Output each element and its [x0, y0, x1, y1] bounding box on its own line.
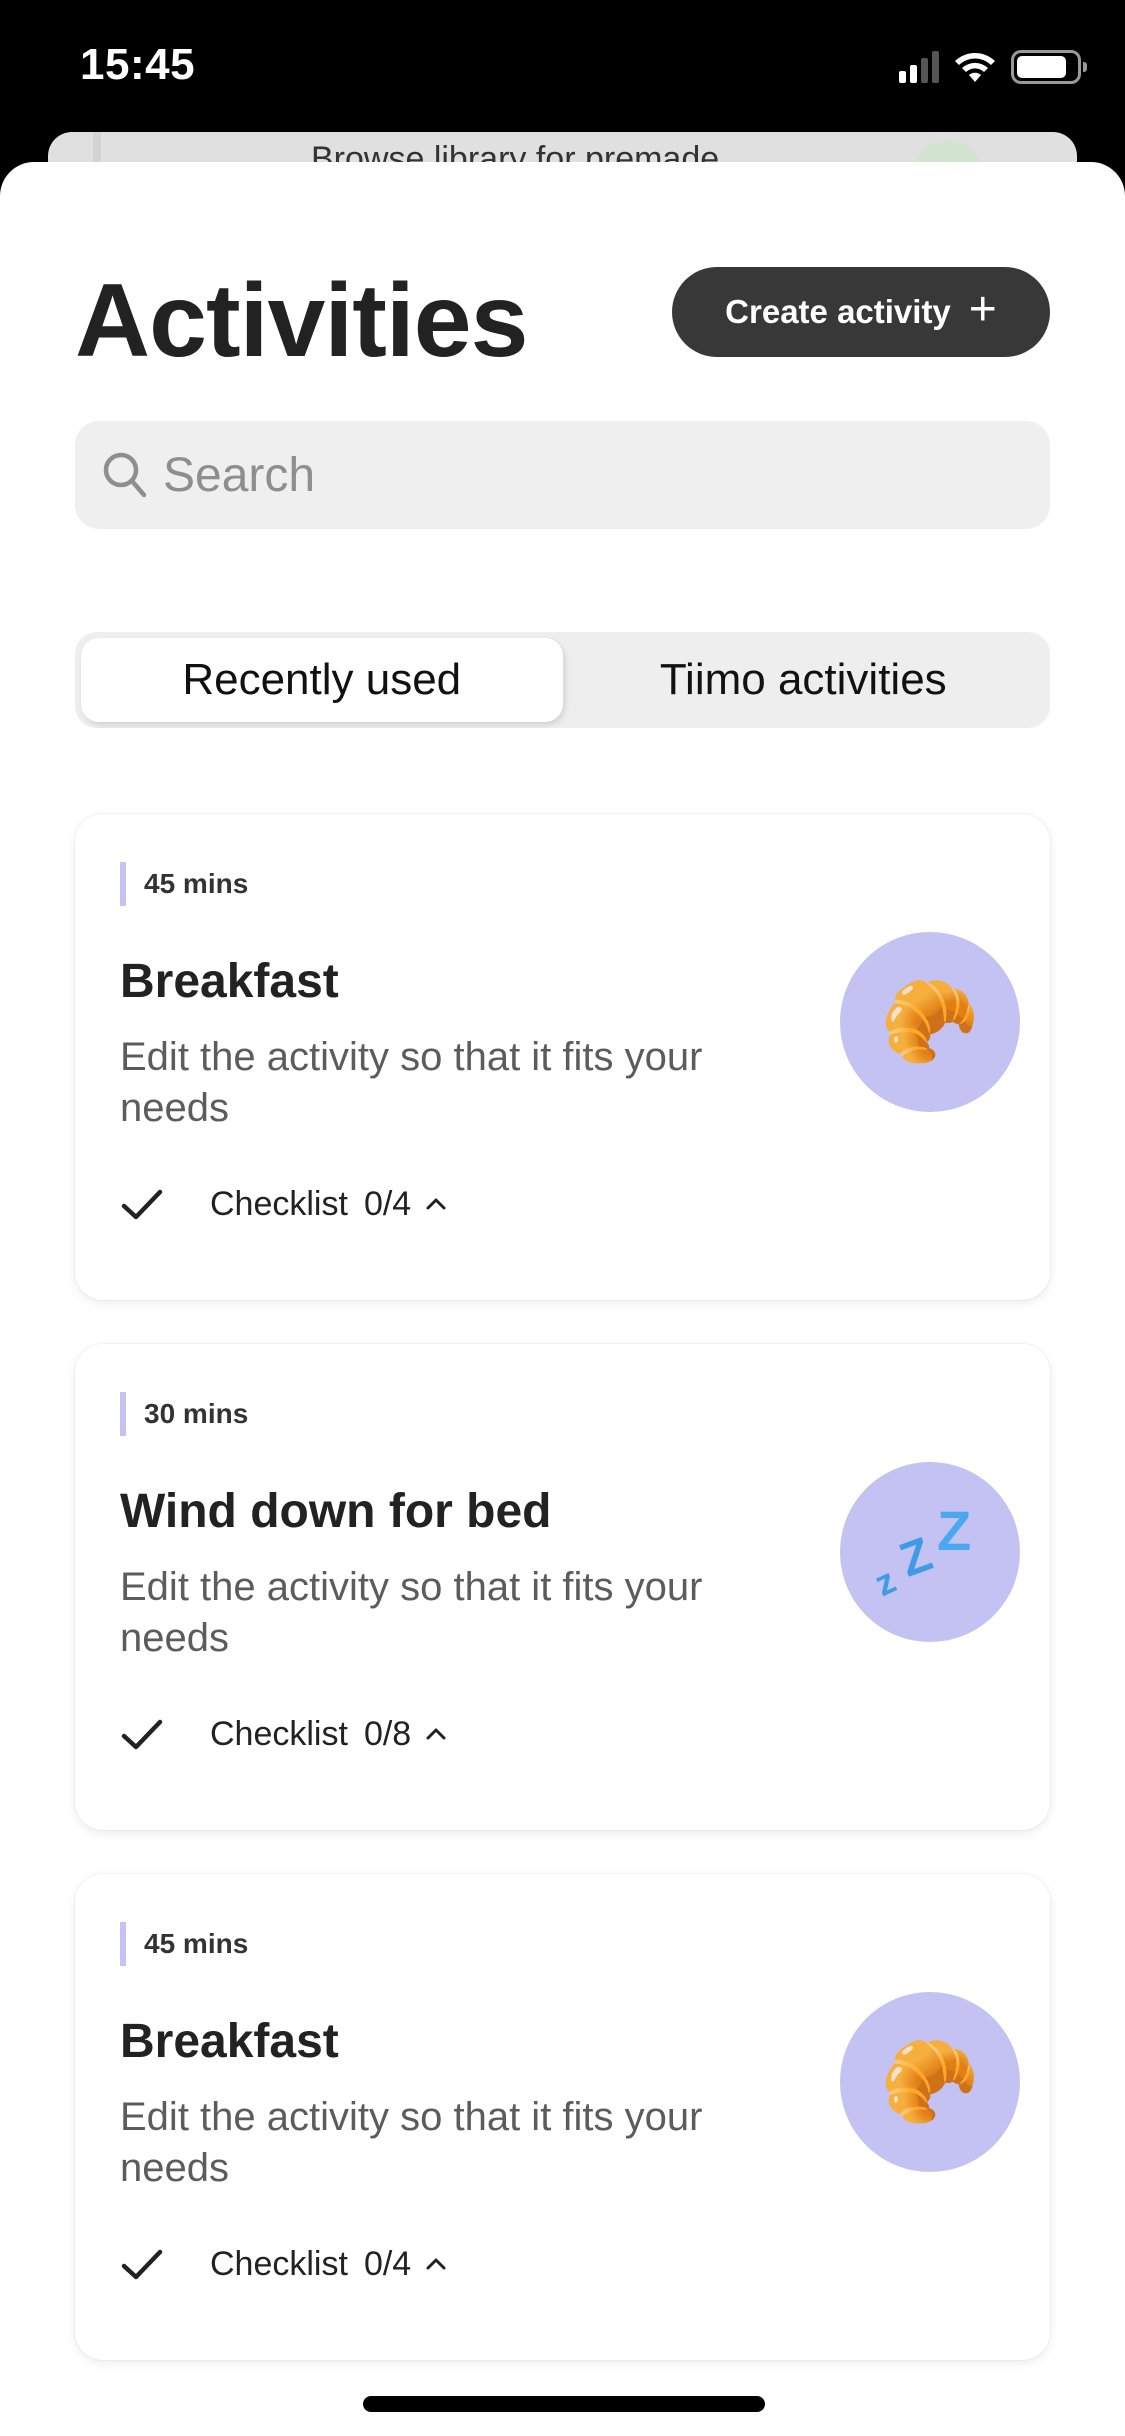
tab-recently-used[interactable]: Recently used	[81, 638, 563, 722]
activity-card[interactable]: 45 mins Breakfast Edit the activity so t…	[75, 1874, 1050, 2360]
checkmark-icon	[121, 1719, 163, 1750]
chevron-up-icon	[426, 1728, 446, 1740]
battery-icon	[1011, 50, 1087, 84]
checklist-count: 0/8	[363, 1714, 412, 1753]
activity-duration: 45 mins	[120, 1922, 248, 1966]
activity-description: Edit the activity so that it fits your n…	[120, 1035, 703, 1130]
home-indicator[interactable]	[363, 2396, 765, 2412]
page-title: Activities	[75, 263, 528, 379]
svg-text:Z: Z	[893, 1528, 939, 1588]
wifi-icon	[955, 53, 995, 82]
zzz-sleep-glyph: z Z Z	[875, 1502, 971, 1602]
svg-text:Z: Z	[937, 1502, 971, 1562]
plus-icon: +	[968, 283, 997, 336]
activity-duration: 45 mins	[120, 862, 248, 906]
svg-text:z: z	[875, 1559, 902, 1602]
checkmark-icon	[121, 1189, 163, 1220]
checklist-label: Checklist	[210, 1184, 348, 1223]
activity-tabs: Recently used Tiimo activities	[75, 632, 1050, 728]
croissant-icon: 🥐	[840, 1992, 1020, 2172]
search-bar[interactable]	[75, 421, 1050, 529]
checklist-toggle[interactable]: Checklist 0/4	[120, 2244, 447, 2284]
search-icon	[103, 452, 147, 498]
status-time: 15:45	[80, 40, 196, 89]
checklist-count: 0/4	[363, 1184, 412, 1223]
chevron-up-icon	[426, 2258, 446, 2270]
chevron-up-icon	[426, 1198, 446, 1210]
cellular-signal-icon	[899, 51, 939, 83]
checklist-label: Checklist	[210, 1714, 348, 1753]
checklist-toggle[interactable]: Checklist 0/4	[120, 1184, 447, 1224]
activity-card[interactable]: 45 mins Breakfast Edit the activity so t…	[75, 814, 1050, 1300]
activity-description: Edit the activity so that it fits your n…	[120, 2095, 703, 2190]
search-input[interactable]	[163, 447, 1013, 503]
activity-card[interactable]: 30 mins Wind down for bed Edit the activ…	[75, 1344, 1050, 1830]
status-bar: 15:45	[0, 0, 1125, 130]
activity-name: Breakfast	[120, 955, 339, 1008]
croissant-icon: 🥐	[840, 932, 1020, 1112]
activity-duration: 30 mins	[120, 1392, 248, 1436]
activity-description: Edit the activity so that it fits your n…	[120, 1565, 703, 1660]
activity-name: Wind down for bed	[120, 1485, 552, 1538]
activity-name: Breakfast	[120, 2015, 339, 2068]
create-activity-label: Create activity	[725, 293, 951, 330]
checkmark-icon	[121, 2249, 163, 2280]
checklist-label: Checklist	[210, 2244, 348, 2283]
create-activity-button[interactable]: Create activity +	[672, 267, 1050, 357]
tab-tiimo-activities[interactable]: Tiimo activities	[563, 638, 1045, 722]
status-icons	[899, 50, 1087, 84]
activities-sheet: Activities Create activity + Recently us…	[0, 162, 1125, 2436]
zzz-sleep-icon: z Z Z	[840, 1462, 1020, 1642]
checklist-toggle[interactable]: Checklist 0/8	[120, 1714, 447, 1754]
checklist-count: 0/4	[363, 2244, 412, 2283]
